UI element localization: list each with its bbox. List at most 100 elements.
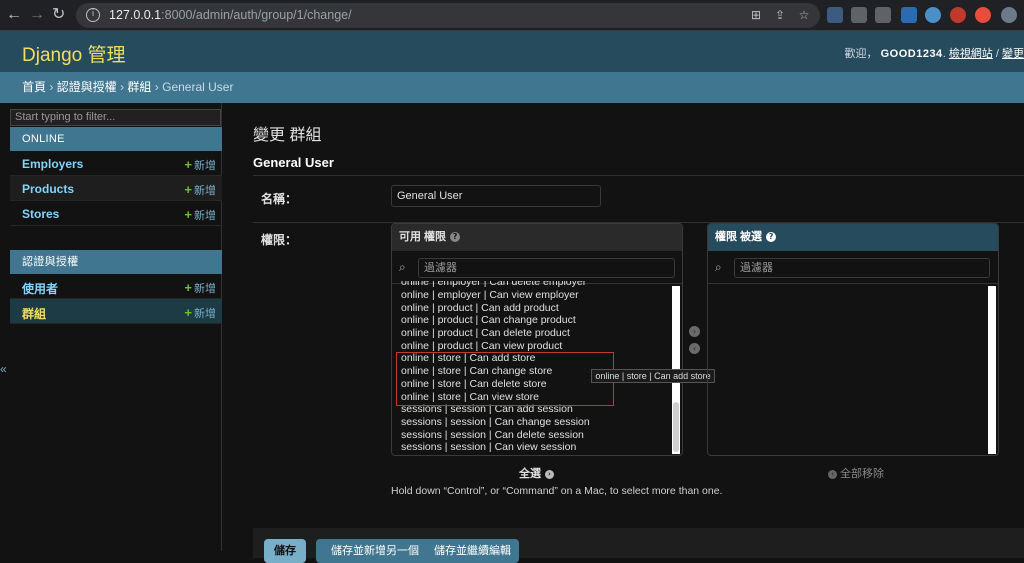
change-password-link[interactable]: 變更 [1002,48,1024,60]
chosen-permissions-list[interactable] [708,284,998,454]
extension-icon[interactable] [950,7,966,23]
save-continue-button[interactable]: 儲存並繼續編輯 [426,539,519,563]
name-input[interactable]: General User [391,185,601,207]
model-link[interactable]: Employers [22,157,83,171]
browser-toolbar: ← → ↻ i 127.0.0.1:8000/admin/auth/group/… [0,0,1024,31]
site-brand[interactable]: Django 管理 [22,40,126,67]
breadcrumb-app[interactable]: 認證與授權 [57,80,117,94]
nav-filter-input[interactable]: Start typing to filter... [10,109,221,126]
form-row-name: 名稱： [253,175,1024,222]
app-caption[interactable]: 認證與授權 [10,250,222,274]
site-info-icon[interactable]: i [86,8,100,22]
help-icon: ? [766,232,777,243]
list-item[interactable]: online | product | Can view product [392,340,682,353]
extension-icon[interactable] [875,7,891,23]
search-icon: ⌕ [399,260,406,274]
back-arrow-icon[interactable]: ← [6,6,22,24]
extension-icon[interactable] [1001,7,1017,23]
object-name: General User [253,155,334,170]
available-permissions-box: 可用 權限? ⌕ 過濾器 online | employer | Can del… [391,223,683,456]
extension-icon[interactable] [827,7,843,23]
model-link[interactable]: Stores [22,207,59,221]
list-item[interactable]: sessions | session | Can change session [392,416,682,429]
choose-all-link[interactable]: 全選 › [519,465,554,481]
breadcrumb: 首頁 › 認證與授權 › 群組 › General User [0,72,1024,103]
list-item[interactable]: sessions | session | Can view session [392,441,682,454]
submit-row: 儲存 儲存並新增另一個 儲存並繼續編輯 [253,528,1024,563]
sidebar-item-groups[interactable]: 群組 + 新增 [10,299,222,324]
breadcrumb-sep: › [49,80,54,94]
add-link[interactable]: + 新增 [184,280,216,296]
tooltip: online | store | Can add store [591,369,715,383]
plus-icon: + [184,207,192,222]
welcome-text: 歡迎， [844,48,878,60]
plus-icon: + [184,305,192,320]
bookmark-star-icon[interactable]: ☆ [796,7,812,23]
breadcrumb-model[interactable]: 群組 [127,80,151,94]
sidebar-toggle-icon[interactable]: « [0,362,7,376]
chosen-scrollbar[interactable] [988,286,996,454]
list-item[interactable]: online | employer | Can view employer [392,289,682,302]
available-filter: ⌕ 過濾器 [392,252,682,284]
extension-icon[interactable] [975,7,991,23]
list-item[interactable]: online | product | Can add product [392,302,682,315]
extension-icon[interactable] [901,7,917,23]
remove-arrow-icon[interactable]: ‹ [689,343,700,354]
save-add-another-button[interactable]: 儲存並新增另一個 [316,539,434,563]
arrow-right-icon: › [545,469,554,479]
list-item[interactable]: online | employer | Can delete employer [392,281,682,289]
sidebar-item-products[interactable]: Products + 新增 [10,176,222,201]
chosen-title: 權限 被選? [708,224,998,251]
app-caption[interactable]: ONLINE [10,127,222,151]
chosen-filter: ⌕ 過濾器 [708,252,998,284]
admin-header: Django 管理 歡迎， GOOD1234. 檢視網站 / 變更 [0,31,1024,72]
user-tools: 歡迎， GOOD1234. 檢視網站 / 變更 [844,48,1024,60]
user-tools-separator: / [995,48,999,60]
model-link[interactable]: 群組 [22,305,46,322]
app-auth: 認證與授權 使用者 + 新增 群組 + 新增 [10,250,222,324]
sidebar-item-stores[interactable]: Stores + 新增 [10,201,222,226]
add-label: 新增 [194,185,216,197]
add-link[interactable]: + 新增 [184,182,216,198]
available-scrollbar-thumb[interactable] [673,402,679,452]
arrow-left-icon: ‹ [828,469,837,479]
address-url[interactable]: 127.0.0.1:8000/admin/auth/group/1/change… [109,8,352,22]
save-button[interactable]: 儲存 [264,539,306,563]
model-link[interactable]: Products [22,182,74,196]
add-link[interactable]: + 新增 [184,157,216,173]
sidebar-item-users[interactable]: 使用者 + 新增 [10,274,222,299]
list-item[interactable]: sessions | session | Can delete session [392,429,682,442]
share-icon[interactable]: ⇪ [772,7,788,23]
remove-all-link[interactable]: ‹ 全部移除 [828,465,884,481]
available-filter-input[interactable]: 過濾器 [418,258,675,278]
breadcrumb-home[interactable]: 首頁 [22,80,46,94]
translate-icon[interactable]: ⊞ [748,7,764,23]
model-link[interactable]: 使用者 [22,280,58,297]
permissions-label: 權限： [261,233,298,247]
reload-icon[interactable]: ↻ [52,6,65,24]
extension-icon[interactable] [925,7,941,23]
address-bar[interactable]: i 127.0.0.1:8000/admin/auth/group/1/chan… [76,3,820,28]
add-link[interactable]: + 新增 [184,305,216,321]
list-item[interactable]: online | product | Can change product [392,314,682,327]
help-icon: ? [450,232,461,243]
breadcrumb-current: General User [162,80,234,94]
app-online: ONLINE Employers + 新增 Products + 新增 Stores… [10,127,222,226]
sidebar-item-employers[interactable]: Employers + 新增 [10,151,222,176]
breadcrumb-sep: › [120,80,125,94]
view-site-link[interactable]: 檢視網站 [949,48,993,60]
forward-arrow-icon[interactable]: → [29,6,45,24]
plus-icon: + [184,280,192,295]
breadcrumb-sep: › [154,80,159,94]
choose-all-label: 全選 [519,468,541,480]
code-extension-icon[interactable] [851,7,867,23]
add-link[interactable]: + 新增 [184,207,216,223]
username: GOOD1234 [880,48,943,60]
add-arrow-icon[interactable]: › [689,326,700,337]
available-title-text: 可用 權限 [399,231,447,243]
help-text: Hold down “Control”, or “Command” on a M… [391,485,723,497]
chosen-filter-input[interactable]: 過濾器 [734,258,990,278]
highlight-box [396,352,614,406]
url-path: :8000/admin/auth/group/1/change/ [161,8,352,22]
list-item[interactable]: online | product | Can delete product [392,327,682,340]
